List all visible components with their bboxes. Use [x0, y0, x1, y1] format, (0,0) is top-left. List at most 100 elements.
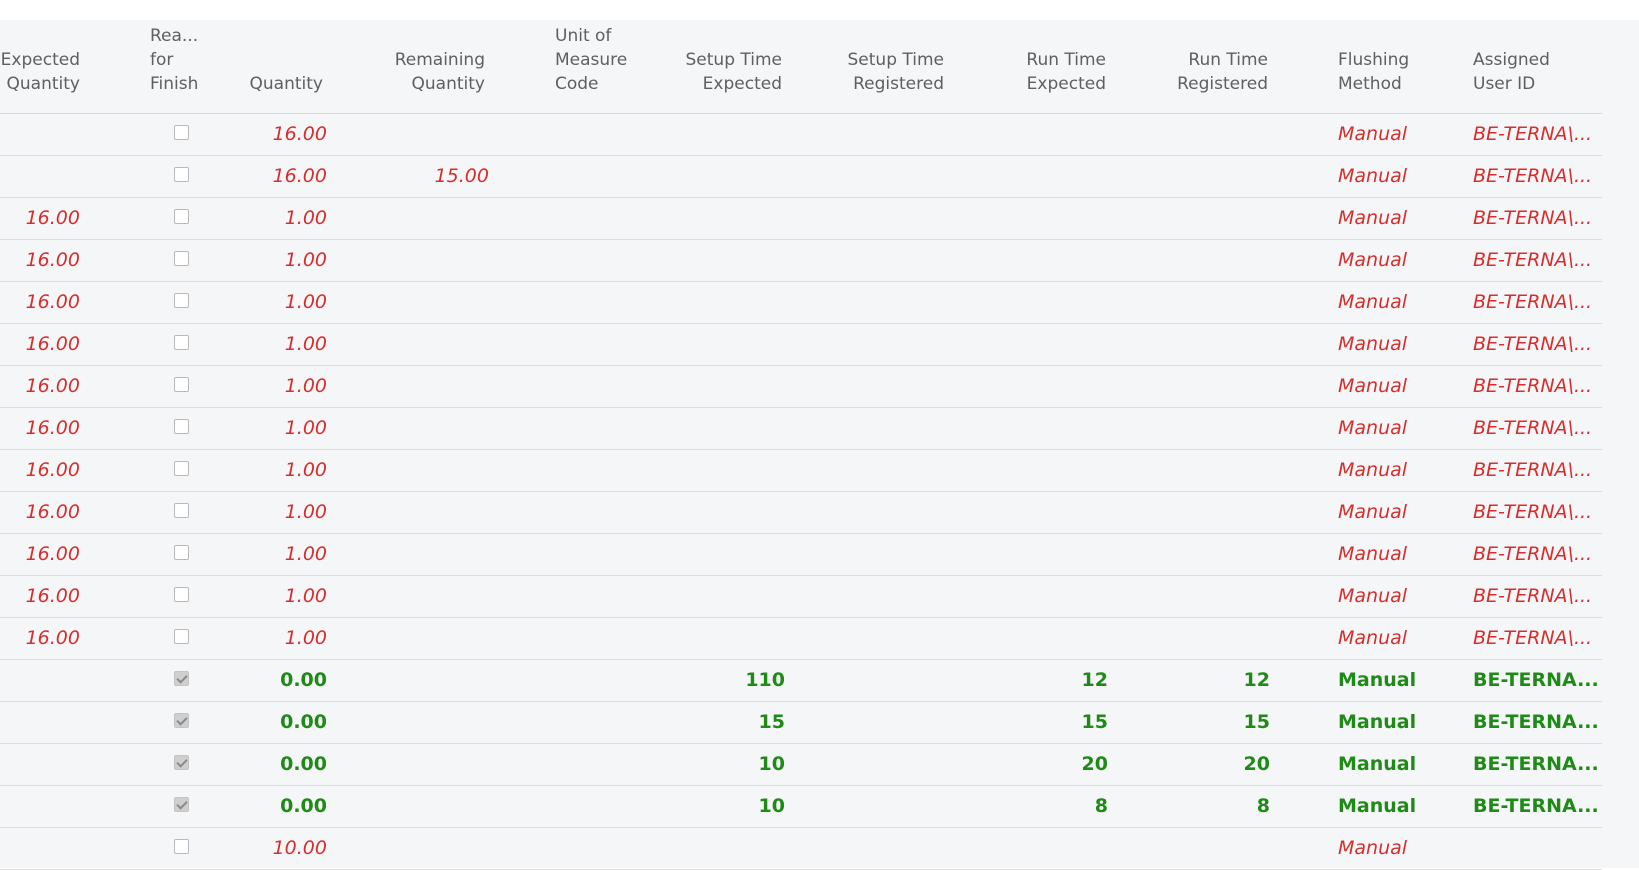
ready-for-finish-checkbox[interactable] [174, 419, 189, 434]
table-row[interactable]: 16.00 1.00 Manual BE-TERNA\... [0, 408, 1602, 450]
table-row[interactable]: 0.00 15 15 15 Manual BE-TERNA... [0, 702, 1602, 744]
run-time-registered-cell[interactable]: 8 [1257, 786, 1270, 827]
quantity-cell[interactable]: 1.00 [285, 450, 327, 491]
table-row[interactable]: 16.00 Manual BE-TERNA\... [0, 114, 1602, 156]
flushing-method-cell[interactable]: Manual [1338, 408, 1407, 449]
run-time-expected-cell[interactable]: 8 [1095, 786, 1108, 827]
flushing-method-cell[interactable]: Manual [1338, 618, 1407, 659]
table-row[interactable]: 16.00 1.00 Manual BE-TERNA\... [0, 618, 1602, 660]
assigned-user-id-cell[interactable]: BE-TERNA\... [1473, 282, 1592, 323]
flushing-method-cell[interactable]: Manual [1338, 198, 1407, 239]
table-row[interactable]: 0.00 10 8 8 Manual BE-TERNA... [0, 786, 1602, 828]
ready-for-finish-checkbox[interactable] [174, 629, 189, 644]
ready-for-finish-checkbox[interactable] [174, 251, 189, 266]
table-row[interactable]: 16.00 1.00 Manual BE-TERNA\... [0, 282, 1602, 324]
run-time-registered-cell[interactable]: 12 [1244, 660, 1270, 701]
assigned-user-id-cell[interactable]: BE-TERNA\... [1473, 156, 1592, 197]
table-row[interactable]: 16.00 15.00 Manual BE-TERNA\... [0, 156, 1602, 198]
table-row[interactable]: 16.00 1.00 Manual BE-TERNA\... [0, 534, 1602, 576]
quantity-cell[interactable]: 16.00 [273, 114, 327, 155]
header-flushing-method[interactable]: Flushing Method [1338, 48, 1409, 96]
ready-for-finish-checkbox[interactable] [174, 335, 189, 350]
flushing-method-cell[interactable]: Manual [1338, 114, 1407, 155]
setup-time-expected-cell[interactable]: 110 [745, 660, 785, 701]
ready-for-finish-checkbox[interactable] [174, 545, 189, 560]
assigned-user-id-cell[interactable]: BE-TERNA\... [1473, 408, 1592, 449]
flushing-method-cell[interactable]: Manual [1338, 786, 1416, 827]
expected-quantity-cell[interactable]: 16.00 [26, 576, 80, 617]
ready-for-finish-checkbox[interactable] [174, 209, 189, 224]
quantity-cell[interactable]: 1.00 [285, 618, 327, 659]
quantity-cell[interactable]: 1.00 [285, 576, 327, 617]
assigned-user-id-cell[interactable]: BE-TERNA... [1473, 744, 1599, 785]
table-row[interactable]: 16.00 1.00 Manual BE-TERNA\... [0, 576, 1602, 618]
flushing-method-cell[interactable]: Manual [1338, 744, 1416, 785]
assigned-user-id-cell[interactable]: BE-TERNA... [1473, 660, 1599, 701]
assigned-user-id-cell[interactable]: BE-TERNA... [1473, 786, 1599, 827]
header-remaining-quantity[interactable]: Remaining Quantity [395, 48, 485, 96]
flushing-method-cell[interactable]: Manual [1338, 702, 1416, 743]
header-expected-quantity[interactable]: Expected Quantity [1, 48, 80, 96]
run-time-expected-cell[interactable]: 12 [1082, 660, 1108, 701]
quantity-cell[interactable]: 1.00 [285, 492, 327, 533]
assigned-user-id-cell[interactable]: BE-TERNA... [1473, 702, 1599, 743]
run-time-registered-cell[interactable]: 15 [1244, 702, 1270, 743]
expected-quantity-cell[interactable]: 16.00 [26, 282, 80, 323]
quantity-cell[interactable]: 1.00 [285, 282, 327, 323]
remaining-quantity-cell[interactable]: 15.00 [435, 156, 489, 197]
ready-for-finish-checkbox[interactable] [174, 755, 189, 770]
flushing-method-cell[interactable]: Manual [1338, 450, 1407, 491]
flushing-method-cell[interactable]: Manual [1338, 492, 1407, 533]
ready-for-finish-checkbox[interactable] [174, 713, 189, 728]
ready-for-finish-checkbox[interactable] [174, 671, 189, 686]
setup-time-expected-cell[interactable]: 10 [759, 744, 785, 785]
run-time-registered-cell[interactable]: 20 [1244, 744, 1270, 785]
quantity-cell[interactable]: 0.00 [280, 786, 327, 827]
header-ready-for-finish[interactable]: Rea... for Finish [150, 24, 198, 96]
table-row[interactable]: 0.00 110 12 12 Manual BE-TERNA... [0, 660, 1602, 702]
ready-for-finish-checkbox[interactable] [174, 839, 189, 854]
expected-quantity-cell[interactable]: 16.00 [26, 450, 80, 491]
ready-for-finish-checkbox[interactable] [174, 125, 189, 140]
header-setup-time-registered[interactable]: Setup Time Registered [848, 48, 945, 96]
table-row[interactable]: 10.00 Manual [0, 828, 1602, 870]
expected-quantity-cell[interactable]: 16.00 [26, 492, 80, 533]
quantity-cell[interactable]: 1.00 [285, 534, 327, 575]
ready-for-finish-checkbox[interactable] [174, 461, 189, 476]
flushing-method-cell[interactable]: Manual [1338, 576, 1407, 617]
quantity-cell[interactable]: 1.00 [285, 366, 327, 407]
assigned-user-id-cell[interactable]: BE-TERNA\... [1473, 366, 1592, 407]
ready-for-finish-checkbox[interactable] [174, 797, 189, 812]
flushing-method-cell[interactable]: Manual [1338, 828, 1407, 869]
table-row[interactable]: 16.00 1.00 Manual BE-TERNA\... [0, 240, 1602, 282]
flushing-method-cell[interactable]: Manual [1338, 282, 1407, 323]
setup-time-expected-cell[interactable]: 15 [759, 702, 785, 743]
assigned-user-id-cell[interactable]: BE-TERNA\... [1473, 114, 1592, 155]
expected-quantity-cell[interactable]: 16.00 [26, 324, 80, 365]
quantity-cell[interactable]: 1.00 [285, 324, 327, 365]
assigned-user-id-cell[interactable]: BE-TERNA\... [1473, 240, 1592, 281]
quantity-cell[interactable]: 1.00 [285, 408, 327, 449]
header-quantity[interactable]: Quantity [250, 72, 323, 96]
flushing-method-cell[interactable]: Manual [1338, 534, 1407, 575]
ready-for-finish-checkbox[interactable] [174, 293, 189, 308]
quantity-cell[interactable]: 1.00 [285, 198, 327, 239]
assigned-user-id-cell[interactable]: BE-TERNA\... [1473, 450, 1592, 491]
assigned-user-id-cell[interactable]: BE-TERNA\... [1473, 198, 1592, 239]
quantity-cell[interactable]: 0.00 [280, 660, 327, 701]
table-row[interactable]: 16.00 1.00 Manual BE-TERNA\... [0, 324, 1602, 366]
quantity-cell[interactable]: 1.00 [285, 240, 327, 281]
expected-quantity-cell[interactable]: 16.00 [26, 534, 80, 575]
flushing-method-cell[interactable]: Manual [1338, 240, 1407, 281]
expected-quantity-cell[interactable]: 16.00 [26, 408, 80, 449]
ready-for-finish-checkbox[interactable] [174, 167, 189, 182]
run-time-expected-cell[interactable]: 20 [1082, 744, 1108, 785]
table-row[interactable]: 16.00 1.00 Manual BE-TERNA\... [0, 198, 1602, 240]
table-row[interactable]: 16.00 1.00 Manual BE-TERNA\... [0, 492, 1602, 534]
header-assigned-user-id[interactable]: Assigned User ID [1473, 48, 1550, 96]
expected-quantity-cell[interactable]: 16.00 [26, 198, 80, 239]
header-run-time-registered[interactable]: Run Time Registered [1177, 48, 1268, 96]
table-row[interactable]: 0.00 10 20 20 Manual BE-TERNA... [0, 744, 1602, 786]
assigned-user-id-cell[interactable]: BE-TERNA\... [1473, 534, 1592, 575]
run-time-expected-cell[interactable]: 15 [1082, 702, 1108, 743]
